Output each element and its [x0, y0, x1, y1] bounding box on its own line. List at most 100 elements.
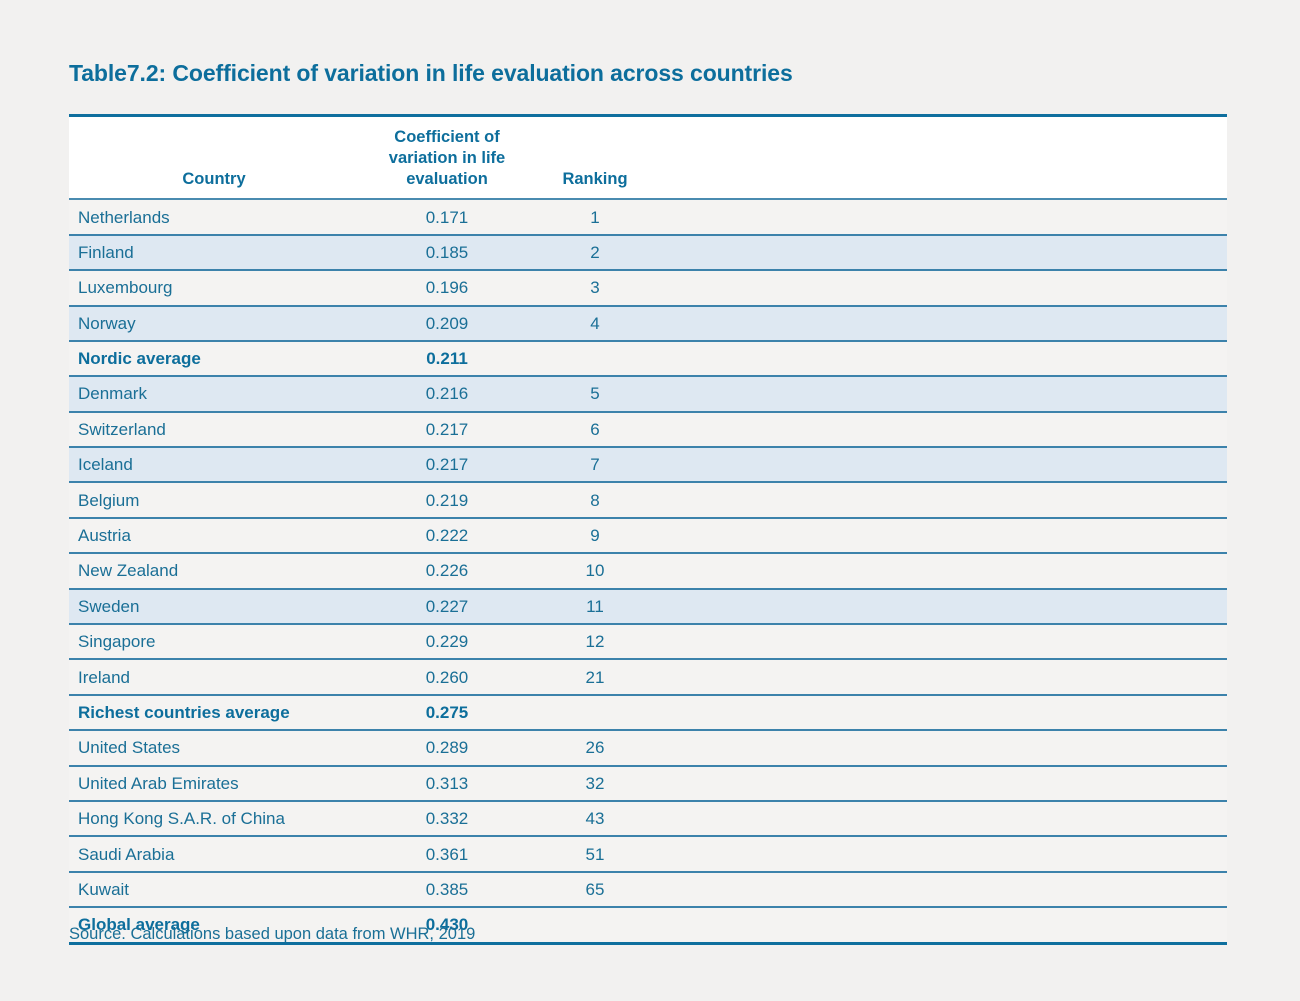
column-header-spacer: [655, 114, 1227, 201]
table-row: New Zealand 0.226 10: [69, 553, 1227, 590]
cell-ranking: [535, 694, 655, 732]
cell-spacer: [655, 234, 1227, 272]
cell-coefficient-of-variation: 0.222: [359, 517, 535, 555]
table-row: Kuwait 0.385 65: [69, 871, 1227, 909]
cell-spacer: [655, 199, 1227, 236]
cell-ranking: 51: [535, 836, 655, 873]
cell-coefficient-of-variation: 0.361: [359, 836, 535, 873]
cell-spacer: [655, 411, 1227, 449]
cell-coefficient-of-variation: 0.216: [359, 376, 535, 413]
table-row: Iceland 0.217 7: [69, 447, 1227, 484]
cell-coefficient-of-variation: 0.209: [359, 305, 535, 342]
table-row: Sweden 0.227 11: [69, 588, 1227, 626]
cell-ranking: 8: [535, 482, 655, 519]
cell-spacer: [655, 270, 1227, 307]
cell-ranking: 5: [535, 376, 655, 413]
table-row: United Arab Emirates 0.313 32: [69, 765, 1227, 802]
cell-country: Saudi Arabia: [69, 836, 359, 873]
table-row: Switzerland 0.217 6: [69, 411, 1227, 449]
table-header: Country Coefficient of variation in life…: [69, 114, 1227, 201]
cell-spacer: [655, 836, 1227, 873]
cell-ranking: 43: [535, 800, 655, 838]
column-header-coefficient-of-variation: Coefficient of variation in life evaluat…: [359, 114, 535, 201]
source-note: Source. Calculations based upon data fro…: [69, 925, 476, 943]
cell-coefficient-of-variation: 0.332: [359, 800, 535, 838]
cell-coefficient-of-variation: 0.226: [359, 553, 535, 590]
cell-ranking: 10: [535, 553, 655, 590]
cell-coefficient-of-variation: 0.229: [359, 624, 535, 661]
cell-ranking: [535, 340, 655, 378]
cell-ranking: 6: [535, 411, 655, 449]
cell-coefficient-of-variation: 0.219: [359, 482, 535, 519]
cell-coefficient-of-variation: 0.289: [359, 730, 535, 767]
column-header-ranking: Ranking: [535, 114, 655, 201]
cell-spacer: [655, 340, 1227, 378]
cell-country: United States: [69, 730, 359, 767]
cell-country: Norway: [69, 305, 359, 342]
cell-coefficient-of-variation: 0.385: [359, 871, 535, 909]
table-header-row: Country Coefficient of variation in life…: [69, 114, 1227, 201]
cell-country: Luxembourg: [69, 270, 359, 307]
table-row: Saudi Arabia 0.361 51: [69, 836, 1227, 873]
cell-coefficient-of-variation: 0.185: [359, 234, 535, 272]
cell-spacer: [655, 659, 1227, 696]
cell-spacer: [655, 800, 1227, 838]
page-title: Table7.2: Coefficient of variation in li…: [69, 60, 793, 86]
cell-ranking: [535, 907, 655, 945]
cell-coefficient-of-variation: 0.275: [359, 694, 535, 732]
document-page: Table7.2: Coefficient of variation in li…: [0, 0, 1300, 1001]
cell-spacer: [655, 871, 1227, 909]
cell-spacer: [655, 588, 1227, 626]
cell-country: Singapore: [69, 624, 359, 661]
table-row: Luxembourg 0.196 3: [69, 270, 1227, 307]
table-row: Singapore 0.229 12: [69, 624, 1227, 661]
cell-country: Switzerland: [69, 411, 359, 449]
cell-country: New Zealand: [69, 553, 359, 590]
cell-country: Ireland: [69, 659, 359, 696]
cell-country: Sweden: [69, 588, 359, 626]
cell-country: Kuwait: [69, 871, 359, 909]
table-container: Country Coefficient of variation in life…: [69, 114, 1227, 945]
cell-ranking: 1: [535, 199, 655, 236]
cell-country: Denmark: [69, 376, 359, 413]
table-row: Netherlands 0.171 1: [69, 199, 1227, 236]
cell-ranking: 7: [535, 447, 655, 484]
cell-spacer: [655, 482, 1227, 519]
cell-spacer: [655, 624, 1227, 661]
cell-coefficient-of-variation: 0.171: [359, 199, 535, 236]
table-row: Austria 0.222 9: [69, 517, 1227, 555]
cell-ranking: 32: [535, 765, 655, 802]
cell-coefficient-of-variation: 0.227: [359, 588, 535, 626]
table-body: Netherlands 0.171 1 Finland 0.185 2 Luxembourg…: [69, 199, 1227, 945]
cell-spacer: [655, 765, 1227, 802]
table-row: Norway 0.209 4: [69, 305, 1227, 342]
table-row: United States 0.289 26: [69, 730, 1227, 767]
cell-ranking: 65: [535, 871, 655, 909]
column-header-country: Country: [69, 114, 359, 201]
cell-coefficient-of-variation: 0.313: [359, 765, 535, 802]
table-row: Finland 0.185 2: [69, 234, 1227, 272]
cell-country: Netherlands: [69, 199, 359, 236]
cell-spacer: [655, 730, 1227, 767]
table-row: Belgium 0.219 8: [69, 482, 1227, 519]
cell-spacer: [655, 517, 1227, 555]
cell-coefficient-of-variation: 0.196: [359, 270, 535, 307]
cell-country: United Arab Emirates: [69, 765, 359, 802]
table-row: Denmark 0.216 5: [69, 376, 1227, 413]
cell-spacer: [655, 447, 1227, 484]
cell-country: Hong Kong S.A.R. of China: [69, 800, 359, 838]
cell-coefficient-of-variation: 0.260: [359, 659, 535, 696]
cell-ranking: 26: [535, 730, 655, 767]
cell-ranking: 3: [535, 270, 655, 307]
cell-spacer: [655, 305, 1227, 342]
cell-spacer: [655, 694, 1227, 732]
cell-country: Iceland: [69, 447, 359, 484]
table-row: Hong Kong S.A.R. of China 0.332 43: [69, 800, 1227, 838]
table-row: Richest countries average 0.275: [69, 694, 1227, 732]
cell-ranking: 21: [535, 659, 655, 696]
cell-spacer: [655, 553, 1227, 590]
cell-country: Austria: [69, 517, 359, 555]
table-row: Nordic average 0.211: [69, 340, 1227, 378]
cell-ranking: 4: [535, 305, 655, 342]
cell-coefficient-of-variation: 0.217: [359, 447, 535, 484]
